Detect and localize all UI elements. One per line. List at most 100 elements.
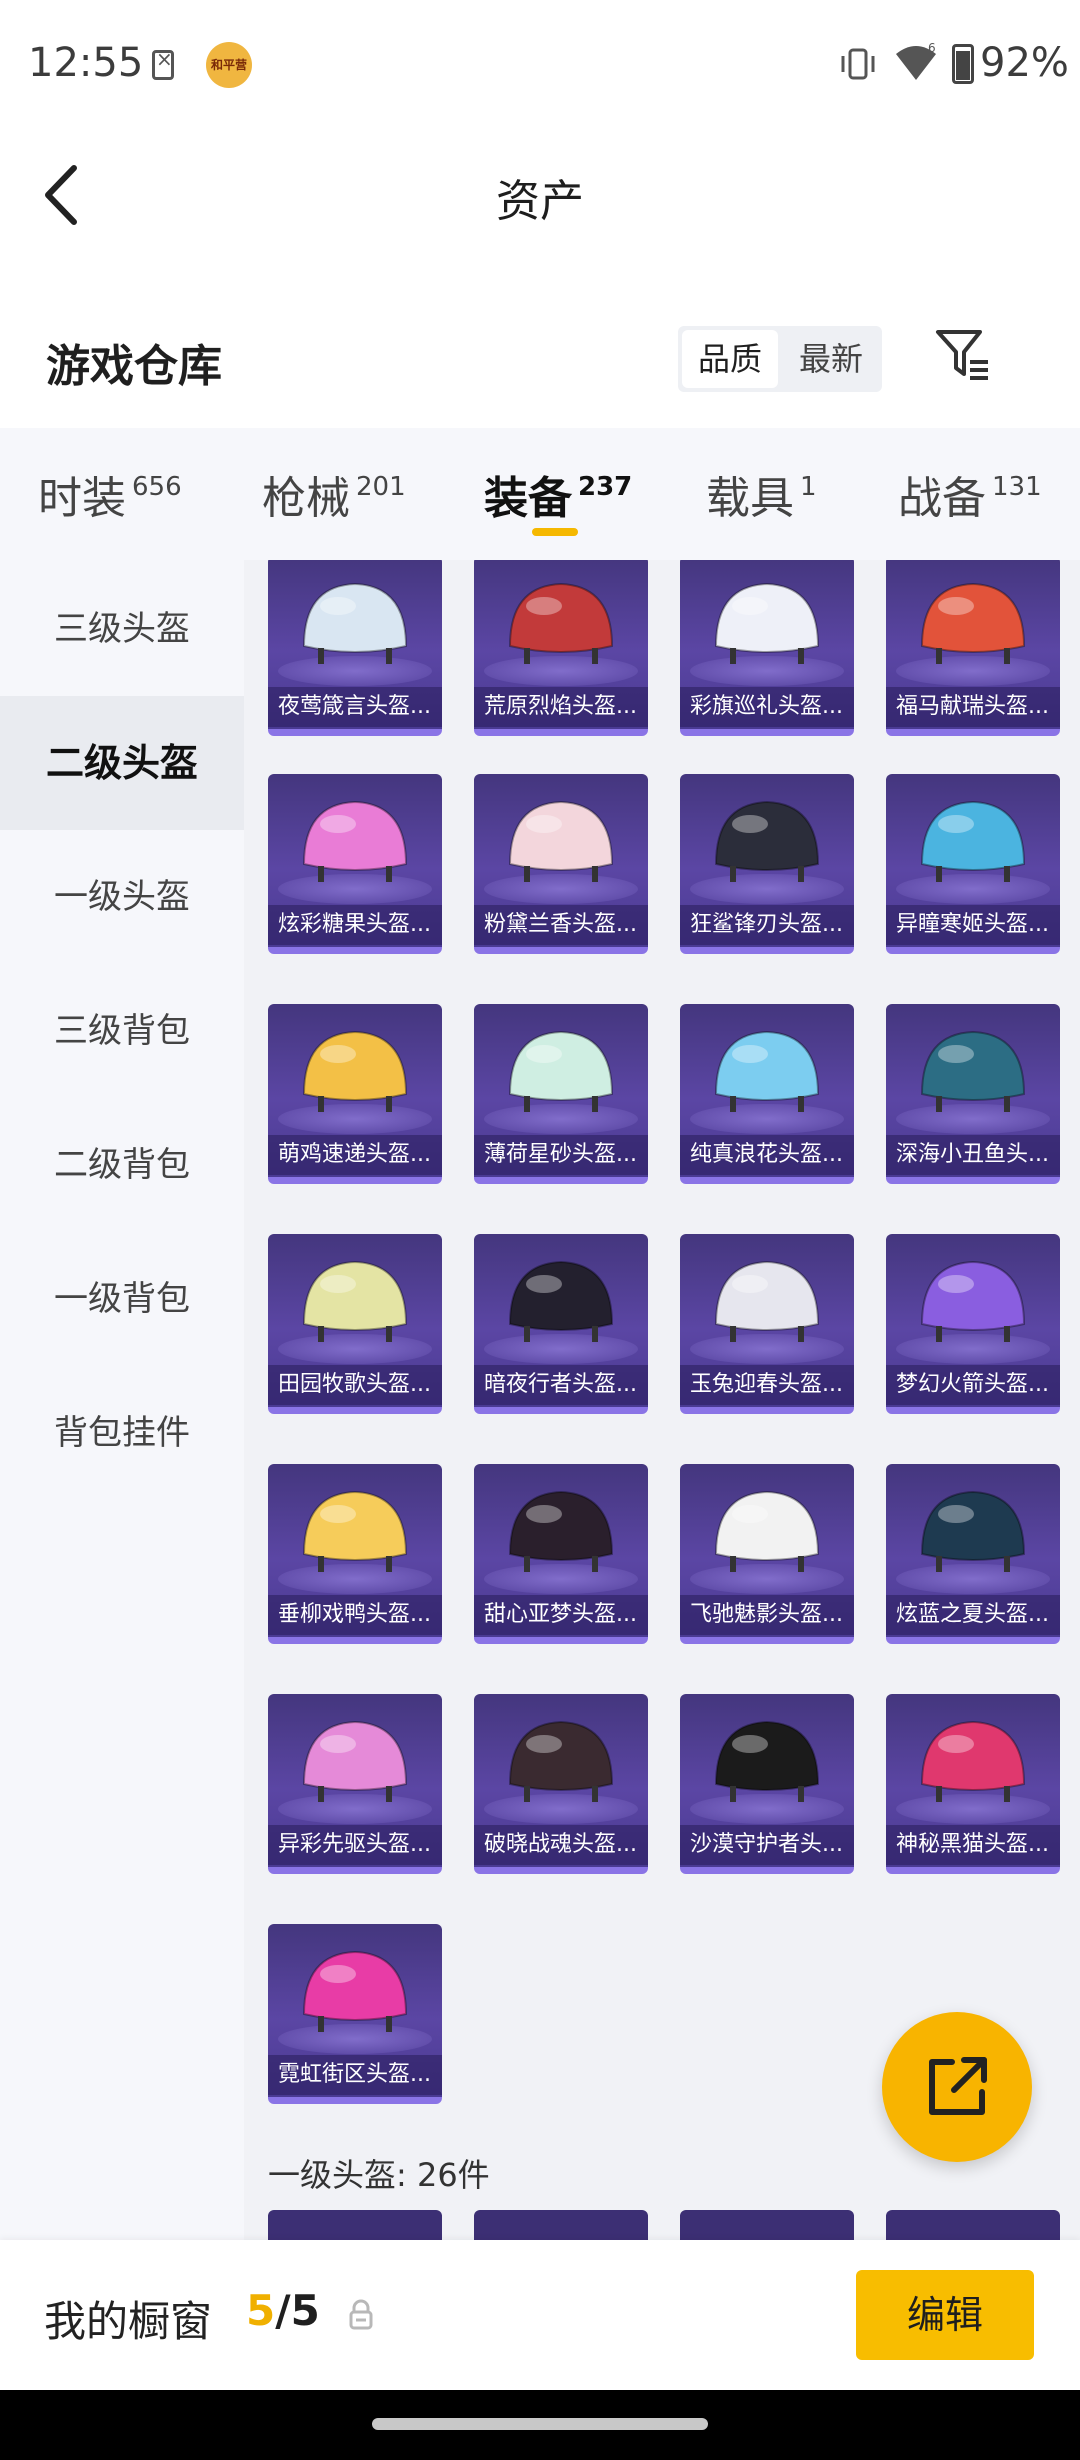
tab-count: 1 — [800, 472, 817, 502]
helmet-icon — [508, 1030, 614, 1112]
item-name: 甜心亚梦头盔... — [474, 1595, 648, 1635]
tab-firearms[interactable]: 枪械 201 — [262, 462, 406, 526]
tab-count: 201 — [356, 472, 406, 502]
warehouse-title: 游戏仓库 — [46, 341, 222, 392]
item-card[interactable]: 梦幻火箭头盔... — [886, 1234, 1060, 1414]
item-card[interactable]: 异瞳寒姬头盔... — [886, 774, 1060, 954]
tab-label: 战备 — [898, 473, 986, 524]
sidebar-item-level3-backpack[interactable]: 三级背包 — [0, 964, 244, 1098]
item-name: 福马献瑞头盔... — [886, 687, 1060, 727]
sidebar-item-level2-backpack[interactable]: 二级背包 — [0, 1098, 244, 1232]
showcase-count: 5/5 — [246, 2286, 320, 2335]
item-name: 彩旗巡礼头盔... — [680, 687, 854, 727]
sidebar-item-level3-helmet[interactable]: 三级头盔 — [0, 562, 244, 696]
item-card[interactable]: 深海小丑鱼头... — [886, 1004, 1060, 1184]
item-card[interactable]: 破晓战魂头盔... — [474, 1694, 648, 1874]
helmet-icon — [714, 1490, 820, 1572]
wifi-icon: 6 — [896, 41, 936, 80]
item-name: 薄荷星砂头盔... — [474, 1135, 648, 1175]
helmet-icon — [302, 1030, 408, 1112]
tab-label: 枪械 — [262, 473, 350, 524]
share-button[interactable] — [882, 2012, 1032, 2162]
item-name: 神秘黑猫头盔... — [886, 1825, 1060, 1865]
sidebar-item-level1-helmet[interactable]: 一级头盔 — [0, 830, 244, 964]
item-card[interactable]: 福马献瑞头盔... — [886, 560, 1060, 736]
item-card-partial[interactable] — [268, 2210, 442, 2240]
sidebar-item-backpack-charm[interactable]: 背包挂件 — [0, 1366, 244, 1500]
status-time: 12:55 — [28, 40, 144, 86]
item-card[interactable]: 纯真浪花头盔... — [680, 1004, 854, 1184]
share-icon — [929, 2057, 987, 2115]
tab-equipment[interactable]: 装备 237 — [484, 462, 632, 526]
showcase-count-current: 5 — [246, 2286, 276, 2335]
helmet-icon — [302, 1950, 408, 2032]
item-card[interactable]: 薄荷星砂头盔... — [474, 1004, 648, 1184]
item-name: 萌鸡速递头盔... — [268, 1135, 442, 1175]
item-card[interactable]: 炫彩糖果头盔... — [268, 774, 442, 954]
item-grid: 夜莺箴言头盔... 荒原烈焰头盔... 彩旗巡礼头盔... 福马献瑞头盔... 炫彩糖果… — [244, 560, 1080, 2240]
item-card[interactable]: 甜心亚梦头盔... — [474, 1464, 648, 1644]
item-card[interactable]: 狂鲨锋刃头盔... — [680, 774, 854, 954]
sidebar-item-level2-helmet[interactable]: 二级头盔 — [0, 696, 244, 830]
sidebar-item-level1-backpack[interactable]: 一级背包 — [0, 1232, 244, 1366]
item-card[interactable]: 玉兔迎春头盔... — [680, 1234, 854, 1414]
helmet-icon — [714, 1260, 820, 1342]
helmet-icon — [920, 1720, 1026, 1802]
item-name: 狂鲨锋刃头盔... — [680, 905, 854, 945]
item-name: 纯真浪花头盔... — [680, 1135, 854, 1175]
tab-label: 装备 — [484, 473, 572, 524]
item-card[interactable]: 萌鸡速递头盔... — [268, 1004, 442, 1184]
helmet-icon — [508, 1260, 614, 1342]
item-card[interactable]: 霓虹街区头盔... — [268, 1924, 442, 2104]
item-name: 深海小丑鱼头... — [886, 1135, 1060, 1175]
tab-count: 237 — [578, 472, 633, 502]
item-card[interactable]: 彩旗巡礼头盔... — [680, 560, 854, 736]
edit-button[interactable]: 编辑 — [856, 2270, 1034, 2360]
tab-count: 656 — [132, 472, 182, 502]
helmet-icon — [920, 1030, 1026, 1112]
battery-icon — [952, 44, 974, 84]
showcase-label: 我的橱窗 — [44, 2297, 213, 2346]
helmet-icon — [920, 1260, 1026, 1342]
item-card[interactable]: 粉黛兰香头盔... — [474, 774, 648, 954]
item-card[interactable]: 飞驰魅影头盔... — [680, 1464, 854, 1644]
home-gesture-handle[interactable] — [372, 2418, 708, 2430]
helmet-icon — [302, 1720, 408, 1802]
helmet-icon — [714, 800, 820, 882]
sort-quality-button[interactable]: 品质 — [682, 330, 778, 388]
item-name: 粉黛兰香头盔... — [474, 905, 648, 945]
helmet-icon — [508, 1490, 614, 1572]
sort-newest-button[interactable]: 最新 — [784, 330, 878, 388]
item-card-partial[interactable] — [886, 2210, 1060, 2240]
item-card-partial[interactable] — [474, 2210, 648, 2240]
item-card[interactable]: 垂柳戏鸭头盔... — [268, 1464, 442, 1644]
helmet-icon — [920, 1490, 1026, 1572]
helmet-icon — [508, 800, 614, 882]
back-arrow-icon[interactable] — [38, 160, 84, 230]
tab-fashion[interactable]: 时装 656 — [38, 462, 182, 526]
item-name: 垂柳戏鸭头盔... — [268, 1595, 442, 1635]
item-card-partial[interactable] — [680, 2210, 854, 2240]
app-notification-icon: 和平营地 — [206, 42, 252, 88]
helmet-icon — [302, 582, 408, 664]
filter-icon[interactable] — [934, 326, 992, 384]
item-card[interactable]: 夜莺箴言头盔... — [268, 560, 442, 736]
item-card[interactable]: 田园牧歌头盔... — [268, 1234, 442, 1414]
item-card[interactable]: 炫蓝之夏头盔... — [886, 1464, 1060, 1644]
item-name: 暗夜行者头盔... — [474, 1365, 648, 1405]
item-name: 霓虹街区头盔... — [268, 2055, 442, 2095]
tab-label: 载具 — [706, 473, 794, 524]
no-sim-icon — [152, 47, 174, 80]
active-tab-indicator — [532, 528, 578, 536]
item-name: 炫蓝之夏头盔... — [886, 1595, 1060, 1635]
tab-supplies[interactable]: 战备 131 — [898, 462, 1042, 526]
page-title: 资产 — [496, 176, 584, 227]
item-card[interactable]: 异彩先驱头盔... — [268, 1694, 442, 1874]
item-card[interactable]: 暗夜行者头盔... — [474, 1234, 648, 1414]
helmet-icon — [714, 1720, 820, 1802]
tab-vehicles[interactable]: 载具 1 — [706, 462, 817, 526]
section-label: 一级头盔: 26件 — [268, 2156, 490, 2194]
item-card[interactable]: 沙漠守护者头... — [680, 1694, 854, 1874]
item-card[interactable]: 神秘黑猫头盔... — [886, 1694, 1060, 1874]
item-card[interactable]: 荒原烈焰头盔... — [474, 560, 648, 736]
